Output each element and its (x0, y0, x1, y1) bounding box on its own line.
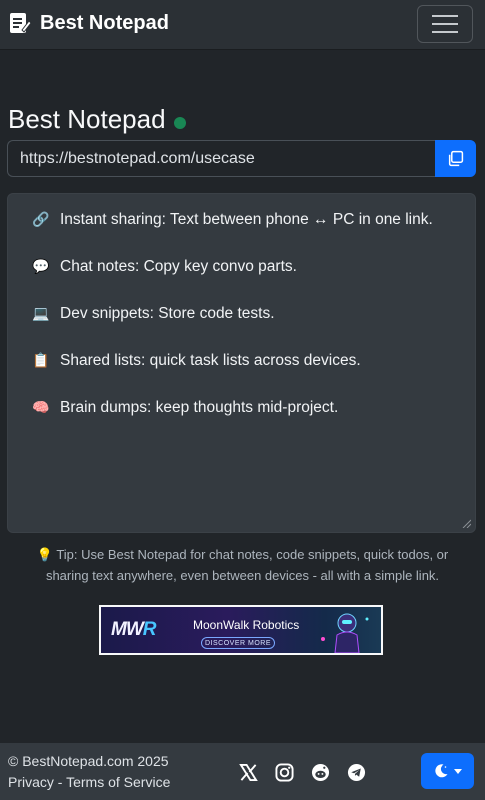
navbar: Best Notepad (0, 0, 485, 50)
link-separator: - (57, 774, 63, 790)
ad-banner[interactable]: MWR MoonWalk Robotics DISCOVER MORE (99, 605, 383, 655)
instagram-icon[interactable] (274, 762, 294, 782)
note-line: 💬 Chat notes: Copy key convo parts. (30, 255, 453, 278)
ad-logo: MWR (111, 619, 156, 641)
telegram-icon[interactable] (346, 762, 366, 782)
notepad-pencil-icon (8, 11, 32, 35)
ad-logo-mw: MW (111, 619, 144, 640)
speech-bubble-icon: 💬 (32, 258, 50, 274)
page-title-text: Best Notepad (8, 104, 166, 134)
ad-brand-name: MoonWalk Robotics (193, 618, 300, 632)
note-line: 🧠 Brain dumps: keep thoughts mid-project… (30, 396, 453, 419)
menu-toggle-button[interactable] (417, 5, 473, 43)
reddit-icon[interactable] (310, 762, 330, 782)
page-title: Best Notepad (8, 104, 186, 135)
brand-link[interactable]: Best Notepad (8, 11, 169, 35)
ad-logo-r: R (142, 619, 157, 640)
copy-url-button[interactable] (435, 140, 476, 177)
hamburger-icon (432, 15, 458, 33)
tip-message: Tip: Use Best Notepad for chat notes, co… (45, 547, 449, 583)
note-line-text: Instant sharing: Text between phone ↔ PC… (60, 210, 433, 228)
note-line-text: Brain dumps: keep thoughts mid-project. (60, 398, 339, 416)
laptop-icon: 💻 (32, 305, 50, 321)
robot-illustration-icon (321, 613, 369, 653)
copyright-text: © BestNotepad.com 2025 (8, 753, 169, 769)
note-line-text: Chat notes: Copy key convo parts. (60, 257, 297, 275)
brand-name: Best Notepad (40, 11, 169, 34)
note-url-input[interactable] (7, 140, 435, 177)
note-line-text: Dev snippets: Store code tests. (60, 304, 275, 322)
note-line: 💻 Dev snippets: Store code tests. (30, 302, 453, 325)
resize-handle-icon[interactable] (462, 519, 471, 528)
chevron-down-icon (454, 768, 462, 774)
clipboard-icon: 📋 (32, 352, 50, 368)
note-line: 📋 Shared lists: quick task lists across … (30, 349, 453, 372)
theme-toggle-button[interactable] (421, 753, 474, 789)
note-textarea[interactable]: 🔗 Instant sharing: Text between phone ↔ … (7, 193, 476, 533)
privacy-link[interactable]: Privacy (8, 774, 54, 790)
note-line: 🔗 Instant sharing: Text between phone ↔ … (30, 208, 453, 231)
x-icon[interactable] (238, 762, 258, 782)
copy-icon (448, 150, 464, 167)
note-line-text: Shared lists: quick task lists across de… (60, 351, 361, 369)
ad-discover-button[interactable]: DISCOVER MORE (201, 637, 275, 649)
lightbulb-icon: 💡 (36, 547, 53, 562)
legal-links: Privacy - Terms of Service (8, 774, 170, 790)
footer: © BestNotepad.com 2025 Privacy - Terms o… (0, 743, 485, 800)
status-indicator (173, 116, 186, 129)
link-icon: 🔗 (32, 211, 50, 227)
tip-text: 💡 Tip: Use Best Notepad for chat notes, … (20, 544, 465, 586)
brain-icon: 🧠 (32, 399, 50, 415)
social-links (238, 762, 366, 782)
terms-link[interactable]: Terms of Service (66, 774, 170, 790)
moon-icon (435, 764, 448, 778)
url-group (7, 140, 476, 177)
